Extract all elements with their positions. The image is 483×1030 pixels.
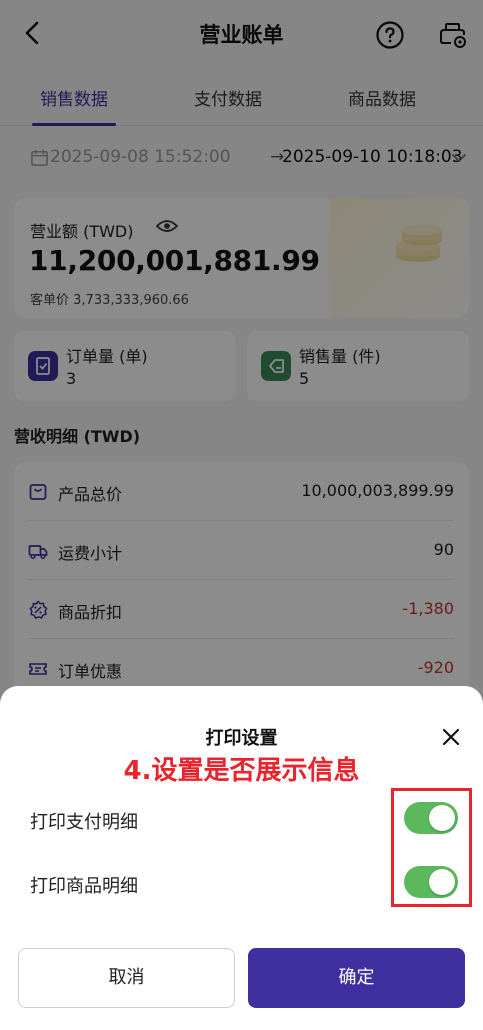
cancel-button[interactable]: 取消 xyxy=(18,948,235,1008)
sheet-title: 打印设置 xyxy=(205,728,278,749)
print-payment-detail-label: 打印支付明细 xyxy=(30,812,138,833)
print-product-detail-label: 打印商品明细 xyxy=(30,876,138,897)
annotation-text: 4.设置是否展示信息 xyxy=(123,756,360,786)
confirm-button[interactable]: 确定 xyxy=(248,948,465,1008)
annotation-highlight-box xyxy=(391,788,472,907)
close-icon[interactable] xyxy=(440,726,462,748)
